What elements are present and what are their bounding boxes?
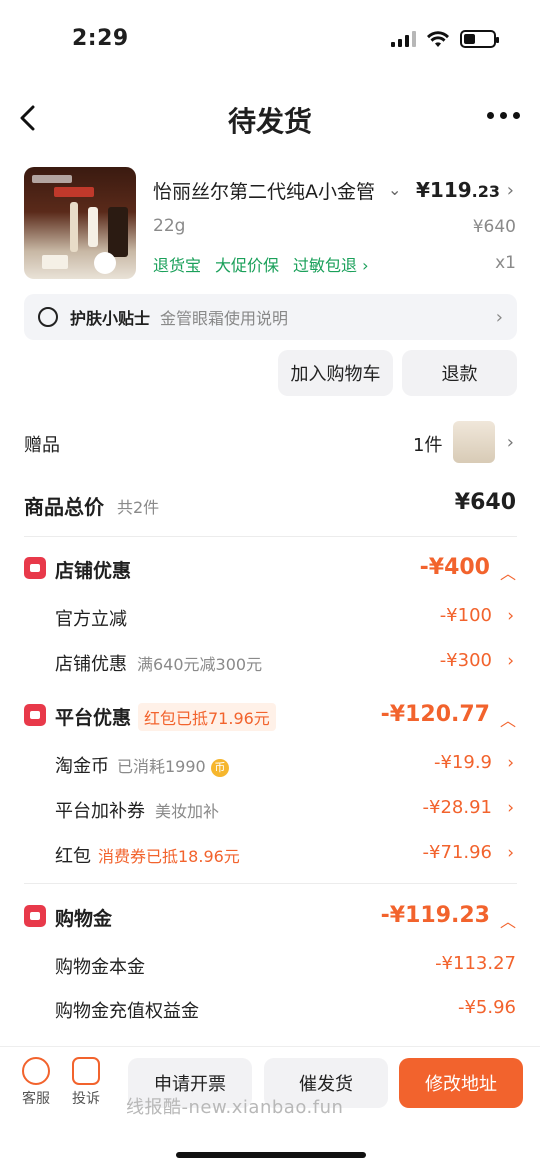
cellular-signal-icon [391, 31, 416, 47]
shopping-gold-icon [24, 905, 46, 927]
product-price: ¥119.23 [415, 178, 500, 202]
home-indicator [176, 1152, 366, 1158]
chevron-up-icon[interactable]: ︿ [500, 707, 516, 731]
discount-row-label: 店铺优惠 [55, 654, 127, 675]
discount-row-sub: 满640元减300元 [137, 655, 263, 674]
gift-thumbnail[interactable] [453, 421, 495, 463]
gift-label: 赠品 [24, 435, 60, 456]
tag-allergy-return: 过敏包退 › [293, 256, 369, 275]
gold-row-label: 购物金充值权益金 [55, 1001, 199, 1022]
complaint-label: 投诉 [72, 1091, 100, 1107]
discount-row-label: 淘金币 [55, 756, 109, 777]
customer-service-label: 客服 [22, 1091, 50, 1107]
total-price-value: ¥640 [454, 490, 516, 515]
chevron-down-icon[interactable]: ⌄ [388, 180, 401, 199]
chevron-right-icon[interactable]: › [507, 753, 514, 773]
skincare-tip-bar[interactable]: 护肤小贴士 金管眼霜使用说明 › [24, 294, 517, 340]
product-name[interactable]: 怡丽丝尔第二代纯A小金管 [153, 177, 383, 204]
chevron-right-icon[interactable]: › [507, 606, 514, 626]
wifi-icon [427, 31, 449, 47]
red-packet-badge: 红包已抵71.96元 [138, 703, 276, 731]
chevron-up-icon[interactable]: ︿ [500, 908, 516, 932]
product-spec: 22g [153, 216, 186, 236]
shopping-gold-amount[interactable]: -¥119.23 [381, 903, 490, 928]
discount-row-amount[interactable]: -¥100 [440, 605, 492, 626]
store-discount-title: 店铺优惠 [55, 560, 132, 582]
chevron-right-icon: › [495, 306, 503, 328]
more-options-button[interactable] [487, 112, 520, 119]
gift-count[interactable]: 1件 [413, 431, 442, 457]
add-to-cart-button[interactable]: 加入购物车 [278, 350, 393, 396]
gold-row-label: 购物金本金 [55, 957, 145, 978]
complaint-button[interactable]: 投诉 [70, 1057, 102, 1108]
watermark: 线报酷-new.xianbao.fun [126, 1097, 344, 1118]
tag-price-protect: 大促价保 [215, 256, 280, 275]
shopping-gold-title: 购物金 [55, 908, 113, 930]
discount-row-amount[interactable]: -¥19.9 [434, 752, 492, 773]
chat-face-icon [22, 1057, 50, 1085]
discount-row-label: 平台加补券 [55, 801, 145, 822]
page-title: 待发货 [227, 105, 312, 138]
chevron-up-icon[interactable]: ︿ [500, 560, 516, 584]
tag-return-insurance: 退货宝 [153, 256, 202, 275]
chevron-right-icon[interactable]: › [507, 843, 514, 863]
divider [24, 883, 517, 884]
status-time: 2:29 [72, 26, 129, 51]
gold-row-amount: -¥113.27 [435, 953, 516, 974]
gold-row-amount: -¥5.96 [457, 997, 516, 1018]
discount-row-label: 红包 [55, 846, 91, 867]
change-address-button[interactable]: 修改地址 [399, 1058, 523, 1108]
store-icon [24, 557, 46, 579]
coin-icon: 币 [210, 758, 229, 777]
divider [24, 536, 517, 537]
discount-row-label: 官方立减 [55, 609, 127, 630]
complaint-icon [72, 1057, 100, 1085]
product-original-price: ¥640 [472, 217, 516, 237]
chevron-right-icon[interactable]: › [507, 180, 514, 201]
discount-row-amount[interactable]: -¥71.96 [423, 842, 492, 863]
platform-discount-amount[interactable]: -¥120.77 [381, 702, 490, 727]
discount-row-amount[interactable]: -¥28.91 [423, 797, 492, 818]
chevron-right-icon[interactable]: › [507, 651, 514, 671]
battery-icon [460, 30, 499, 48]
total-price-label: 商品总价 [24, 495, 104, 519]
store-discount-amount[interactable]: -¥400 [420, 555, 490, 580]
platform-icon [24, 704, 46, 726]
platform-discount-title: 平台优惠 [55, 707, 132, 729]
tip-title: 护肤小贴士 [70, 309, 151, 328]
discount-row-sub: 已消耗1990 币 [117, 753, 229, 777]
chevron-right-icon[interactable]: › [507, 798, 514, 818]
refund-button[interactable]: 退款 [402, 350, 517, 396]
chevron-right-icon[interactable]: › [507, 432, 514, 453]
discount-row-sub: 消费券已抵18.96元 [98, 847, 240, 866]
discount-row-amount[interactable]: -¥300 [440, 650, 492, 671]
discount-row-sub: 美妆加补 [155, 802, 220, 821]
customer-service-button[interactable]: 客服 [20, 1057, 52, 1108]
product-quantity: x1 [495, 253, 516, 273]
product-thumbnail[interactable] [24, 167, 136, 279]
product-service-tags[interactable]: 退货宝 大促价保 过敏包退 › [153, 252, 369, 276]
tip-description: 金管眼霜使用说明 [160, 309, 289, 328]
total-item-count: 共2件 [117, 498, 160, 517]
lightbulb-icon [38, 307, 58, 327]
status-icons [391, 30, 499, 48]
